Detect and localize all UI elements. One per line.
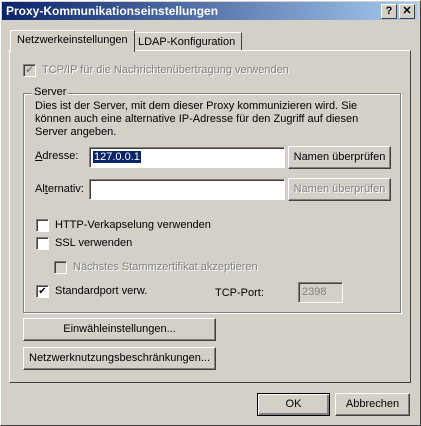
check-names-alt-button[interactable]: Namen überprüfen	[288, 178, 391, 201]
title-bar[interactable]: Proxy-Kommunikationseinstellungen ? ✕	[2, 2, 417, 20]
server-legend: Server	[32, 86, 69, 98]
ok-button[interactable]: OK	[257, 393, 330, 416]
default-port-label: Standardport verw.	[55, 285, 148, 297]
server-description: Dies ist der Server, mit dem dieser Prox…	[35, 100, 359, 138]
default-port-checkbox[interactable]: ✔	[36, 285, 49, 298]
ssl-checkbox[interactable]	[36, 237, 49, 250]
tcp-port-label: TCP-Port:	[215, 287, 264, 299]
window-title: Proxy-Kommunikationseinstellungen	[6, 4, 219, 18]
root-cert-label: Nächstes Stammzertifikat akzeptieren	[73, 261, 258, 273]
http-encap-label: HTTP-Verkapselung verwenden	[55, 219, 211, 231]
tcpip-checkbox[interactable]: ✔	[23, 64, 36, 77]
address-input[interactable]: 127.0.0.1	[89, 147, 285, 168]
alternative-label: Alternativ:	[35, 183, 84, 195]
cancel-button[interactable]: Abbrechen	[335, 393, 410, 416]
close-icon[interactable]: ✕	[399, 4, 415, 19]
root-cert-checkbox[interactable]	[54, 261, 67, 274]
help-button[interactable]: ?	[381, 4, 397, 19]
tcp-port-input[interactable]: 2398	[298, 282, 343, 303]
tcpip-label: TCP/IP für die Nachrichtenübertragung ve…	[42, 64, 289, 76]
tab-ldap-konfiguration[interactable]: LDAP-Konfiguration	[131, 32, 243, 51]
dialin-settings-button[interactable]: Einwähleinstellungen...	[23, 318, 216, 341]
network-limits-button[interactable]: Netzwerknutzungsbeschränkungen...	[23, 347, 216, 370]
check-names-button[interactable]: Namen überprüfen	[288, 146, 391, 169]
http-encap-checkbox[interactable]	[36, 219, 49, 232]
ssl-label: SSL verwenden	[55, 237, 133, 249]
alternative-input[interactable]	[89, 179, 285, 200]
address-label: Adresse:	[35, 150, 79, 162]
address-value: 127.0.0.1	[93, 151, 141, 163]
tab-netzwerkeinstellungen[interactable]: Netzwerkeinstellungen	[10, 30, 135, 52]
